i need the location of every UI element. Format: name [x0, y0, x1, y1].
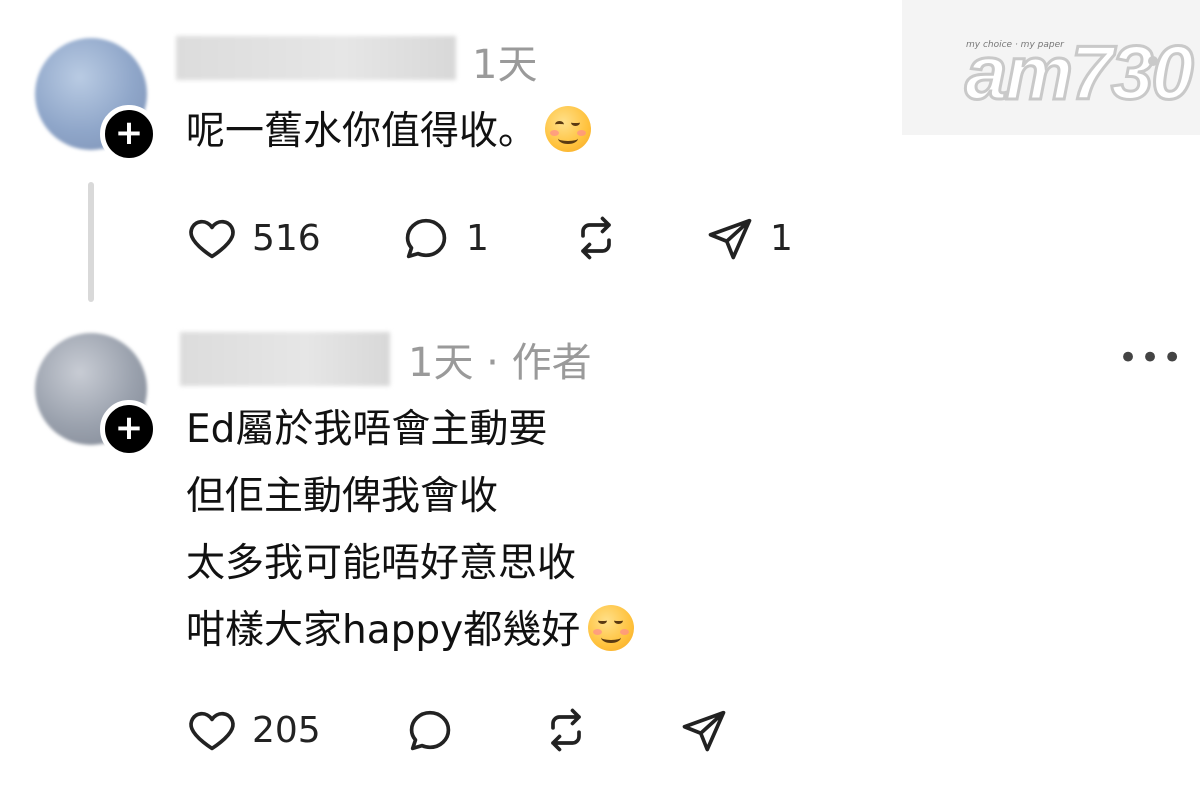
reply-button[interactable]: 1	[400, 212, 489, 264]
relieved-face-icon	[588, 605, 635, 651]
comment-text: 呢一舊水你值得收。	[186, 98, 592, 165]
comment-text: Ed屬於我唔會主動要 但佢主動俾我會收 太多我可能唔好意思收 咁樣大家happy…	[186, 396, 635, 664]
send-icon	[708, 218, 752, 260]
timestamp: 1天	[472, 42, 538, 88]
follow-plus-icon[interactable]: +	[100, 400, 158, 458]
like-button[interactable]: 205	[186, 704, 321, 756]
repost-icon	[581, 216, 611, 260]
send-icon	[682, 710, 726, 752]
timestamp-author: 1天 · 作者	[408, 340, 592, 386]
repost-button[interactable]	[570, 212, 622, 264]
watermark-dot	[1148, 56, 1158, 66]
share-button[interactable]	[678, 704, 730, 756]
winking-face-icon	[545, 106, 592, 152]
comment-line: 咁樣大家happy都幾好	[186, 608, 581, 653]
repost-button[interactable]	[540, 704, 592, 756]
comment-icon	[409, 710, 451, 751]
like-count: 516	[252, 217, 321, 259]
share-button[interactable]: 1	[704, 212, 793, 264]
repost-icon	[551, 708, 581, 752]
blurred-username[interactable]	[176, 36, 456, 80]
like-count: 205	[252, 709, 321, 751]
comment-icon	[405, 218, 447, 259]
comment-line: Ed屬於我唔會主動要	[186, 407, 548, 452]
heart-icon	[189, 219, 235, 259]
like-button[interactable]: 516	[186, 212, 321, 264]
reply-count: 1	[466, 217, 489, 259]
comment-line: 但佢主動俾我會收	[186, 474, 499, 519]
thread-line	[88, 182, 94, 302]
watermark-tagline: my choice · my paper	[966, 40, 1064, 50]
share-count: 1	[770, 217, 793, 259]
comment-line: 呢一舊水你值得收。	[186, 109, 538, 154]
reply-button[interactable]	[404, 704, 456, 756]
more-options-icon[interactable]: •••	[1118, 338, 1184, 378]
blurred-username[interactable]	[180, 332, 390, 386]
follow-plus-icon[interactable]: +	[100, 105, 158, 163]
heart-icon	[189, 711, 235, 751]
comment-line: 太多我可能唔好意思收	[186, 541, 577, 586]
